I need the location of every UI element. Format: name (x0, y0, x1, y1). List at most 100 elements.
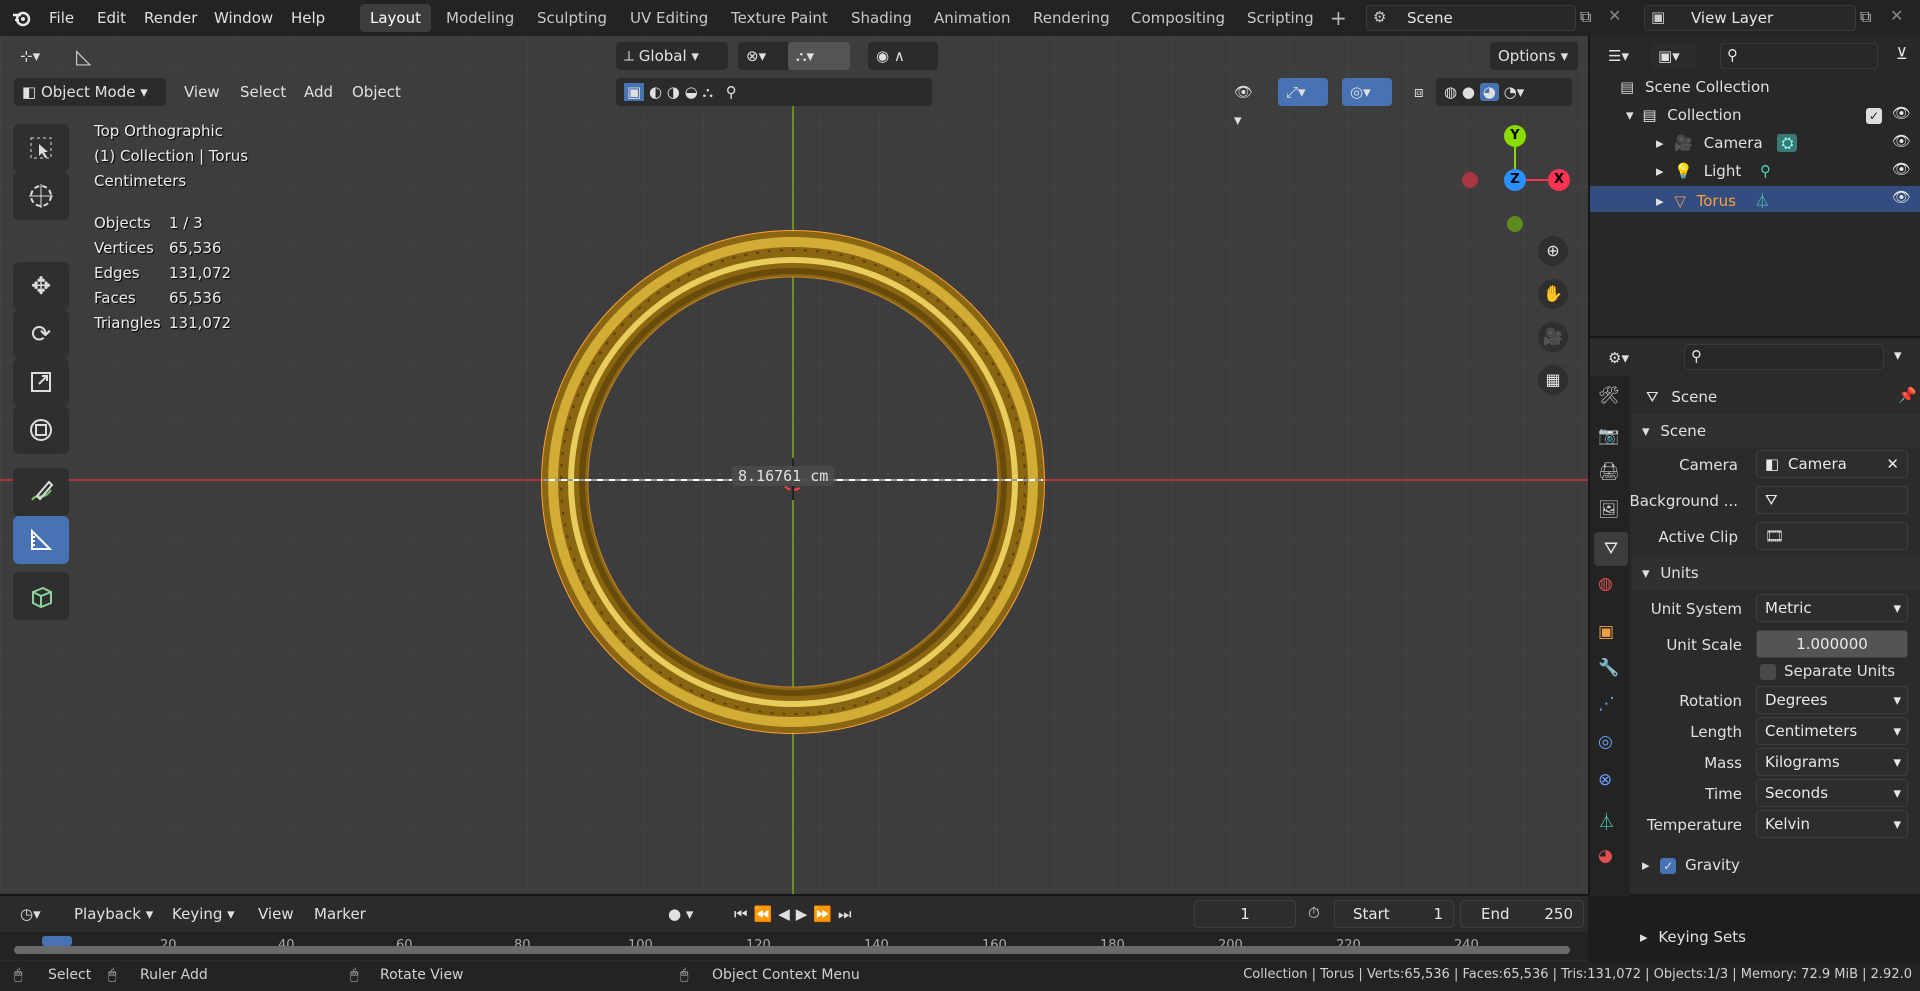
outliner-search-input[interactable]: ⚲ (1720, 43, 1878, 69)
3d-viewport[interactable]: Y Z X ⊕ ✋ 🎥 ▦ Top Orthographic (1) Colle… (0, 36, 1588, 894)
material-shading-icon[interactable]: ◕ (1479, 83, 1499, 101)
world-properties-tab-icon[interactable]: ◍ (1598, 574, 1613, 594)
camera-visibility-icon[interactable]: 👁 (1892, 132, 1911, 150)
torus-visibility-icon[interactable]: 👁 (1892, 188, 1911, 206)
pin-icon[interactable]: 📌 (1898, 386, 1917, 404)
tool-add-cube[interactable] (13, 572, 69, 620)
tab-modeling[interactable]: Modeling (436, 4, 524, 32)
outliner-item-camera[interactable]: ▸ 🎥 Camera ⛭ (1656, 134, 1798, 152)
zoom-icon[interactable]: ⊕ (1538, 236, 1568, 266)
solid-shading-icon[interactable]: ● (1462, 83, 1475, 101)
marker-menu[interactable]: Marker (306, 900, 374, 928)
shading-mode-group[interactable]: ◍ ● ◕ ◔▾ (1436, 78, 1572, 106)
search-icon[interactable]: ⚲ (726, 83, 737, 101)
properties-options-icon[interactable]: ▾ (1894, 346, 1902, 364)
jump-start-icon[interactable]: ⏮ (734, 905, 754, 923)
gizmo-toggle[interactable]: ⤢▾ (1278, 78, 1328, 106)
add-workspace-icon[interactable]: + (1330, 6, 1347, 30)
options-dropdown[interactable]: Options ▾ (1490, 42, 1578, 70)
properties-search-input[interactable]: ⚲ (1684, 344, 1884, 370)
timeline-editor-type[interactable]: ◷▾ (12, 900, 58, 928)
collection-row[interactable]: ▾ ▤ Collection (1626, 106, 1741, 124)
blender-logo-icon[interactable] (12, 8, 32, 28)
properties-editor-type[interactable]: ⚙▾ (1600, 344, 1646, 372)
view-layer-name[interactable]: View Layer (1691, 9, 1773, 27)
tab-layout[interactable]: Layout (360, 4, 431, 32)
tool-scale[interactable] (13, 358, 69, 406)
tool-move[interactable]: ✥ (13, 262, 69, 310)
collection-checkbox[interactable]: ✓ (1866, 108, 1882, 124)
orientation-dropdown[interactable]: ⟂ Global ▾ (616, 42, 728, 70)
length-dropdown[interactable]: Centimeters ▾ (1756, 717, 1908, 745)
render-properties-tab-icon[interactable]: 📷 (1598, 426, 1619, 446)
material-properties-tab-icon[interactable]: ◕ (1598, 846, 1613, 866)
time-dropdown[interactable]: Seconds ▾ (1756, 779, 1908, 807)
prev-keyframe-icon[interactable]: ⏪ (754, 905, 779, 923)
current-frame-field[interactable]: 1 (1194, 900, 1296, 928)
menu-edit[interactable]: Edit (97, 0, 126, 36)
tool-measure[interactable] (13, 516, 69, 564)
snap-toggle[interactable]: ⛬▾ (788, 42, 850, 70)
outliner-editor-type[interactable]: ☰▾ (1600, 42, 1642, 70)
menu-add[interactable]: Add (296, 78, 341, 106)
outliner-display-mode[interactable]: ▣▾ (1650, 42, 1696, 70)
tool-annotate[interactable] (13, 468, 69, 516)
copy-view-layer-icon[interactable]: ⧉ (1860, 7, 1871, 27)
end-frame-field[interactable]: End 250 (1460, 900, 1584, 928)
pivot-dropdown[interactable]: ⊗▾ (738, 42, 790, 70)
tab-rendering[interactable]: Rendering (1023, 4, 1120, 32)
gizmo-y-axis[interactable]: Y (1504, 125, 1526, 147)
copy-scene-icon[interactable]: ⧉ (1580, 7, 1591, 27)
timeline-ruler[interactable]: 20 40 60 80 100 120 140 160 180 200 220 … (0, 932, 1588, 960)
rendered-shading-icon[interactable]: ◔ (1504, 83, 1517, 101)
rotation-dropdown[interactable]: Degrees ▾ (1756, 686, 1908, 714)
playback-menu[interactable]: Playback ▾ (66, 900, 161, 928)
menu-object[interactable]: Object (344, 78, 409, 106)
wireframe-shading-icon[interactable]: ◍ (1444, 83, 1457, 101)
outliner-item-light[interactable]: ▸ 💡 Light ⚲ (1656, 162, 1771, 180)
play-reverse-icon[interactable]: ◀ (778, 905, 796, 923)
unit-system-dropdown[interactable]: Metric ▾ (1756, 594, 1908, 622)
next-keyframe-icon[interactable]: ⏩ (813, 905, 838, 923)
preview-range-icon[interactable]: ⏱ (1308, 904, 1320, 922)
grid-toggle-icon[interactable]: ▦ (1538, 365, 1568, 395)
modifier-properties-tab-icon[interactable]: 🔧 (1598, 658, 1619, 678)
tab-sculpting[interactable]: Sculpting (527, 4, 617, 32)
gravity-checkbox[interactable]: ✓ (1660, 858, 1677, 874)
outliner-filter-icon[interactable]: ⊻ (1896, 44, 1908, 63)
xray-toggle[interactable]: ⧈ (1406, 78, 1430, 106)
gizmo-z-axis[interactable]: Z (1504, 169, 1526, 191)
playback-controls[interactable]: ⏮⏪◀▶⏩⏭ (726, 900, 892, 928)
menu-window[interactable]: Window (214, 0, 273, 36)
pan-hand-icon[interactable]: ✋ (1538, 279, 1568, 309)
scene-collection-row[interactable]: ▤ Scene Collection (1620, 78, 1770, 96)
background-field[interactable]: ⛛ (1756, 486, 1908, 514)
visibility-dropdown[interactable]: 👁▾ (1226, 78, 1268, 129)
tab-uv-editing[interactable]: UV Editing (620, 4, 718, 32)
view-layer-selector[interactable]: ▣ View Layer (1644, 5, 1856, 31)
tab-shading[interactable]: Shading (841, 4, 922, 32)
mode-dropdown[interactable]: ◧ Object Mode ▾ (14, 78, 166, 106)
tab-animation[interactable]: Animation (924, 4, 1020, 32)
tool-transform[interactable] (13, 406, 69, 454)
jump-end-icon[interactable]: ⏭ (838, 905, 858, 923)
outliner-item-torus[interactable]: ▸ ▽ Torus ⏃ (1656, 190, 1770, 211)
play-icon[interactable]: ▶ (796, 905, 814, 923)
keying-sets-panel-header[interactable]: ▸ Keying Sets (1640, 928, 1746, 946)
editor-type-button[interactable]: ⊹▾ (12, 42, 58, 70)
scene-panel-title[interactable]: ▾ Scene (1642, 422, 1706, 440)
current-frame-indicator[interactable] (42, 936, 72, 946)
tool-rotate[interactable]: ⟳ (13, 310, 69, 358)
select-new-icon[interactable]: ▣ (624, 83, 645, 101)
separate-units-checkbox[interactable] (1760, 664, 1776, 680)
light-visibility-icon[interactable]: 👁 (1892, 160, 1911, 178)
close-scene-icon[interactable]: ✕ (1608, 6, 1621, 25)
menu-select[interactable]: Select (232, 78, 294, 106)
proportional-edit-toggle[interactable]: ◉ ∧ (868, 42, 938, 70)
temperature-dropdown[interactable]: Kelvin ▾ (1756, 810, 1908, 838)
camera-view-icon[interactable]: 🎥 (1538, 322, 1568, 352)
menu-view[interactable]: View (176, 78, 228, 106)
menu-file[interactable]: File (49, 0, 74, 36)
selection-mode-group[interactable]: ▣ ◐ ◑ ◒ ⛬ ⚲ (616, 78, 932, 106)
start-frame-field[interactable]: Start 1 (1334, 900, 1454, 928)
